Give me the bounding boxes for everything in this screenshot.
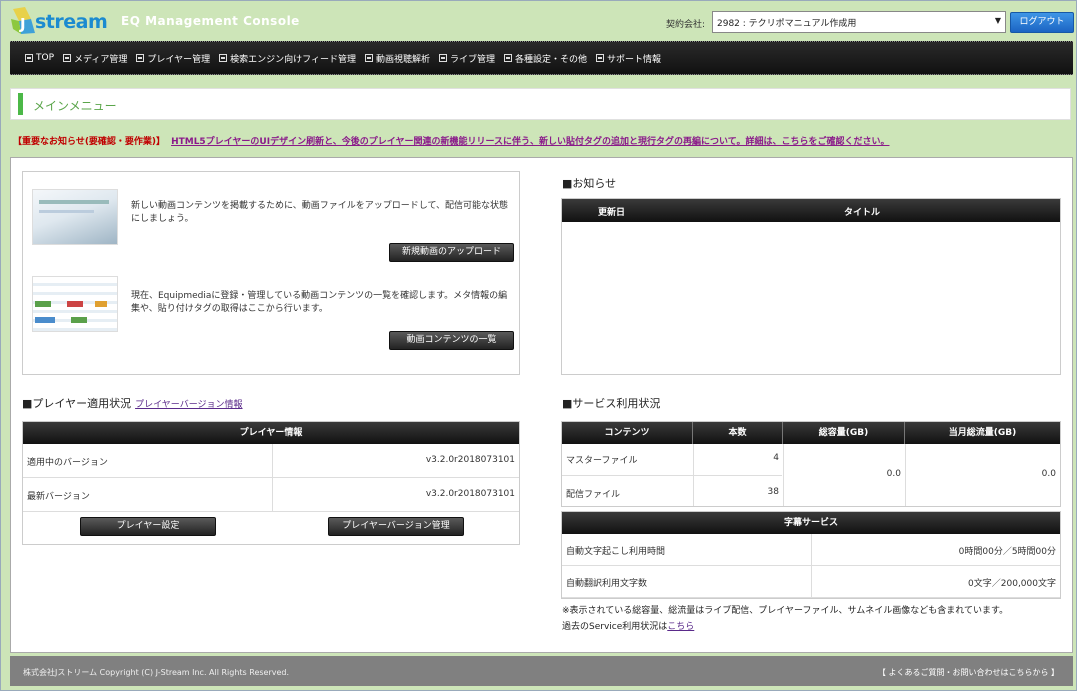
main-nav: TOP メディア管理 プレイヤー管理 検索エンジン向けフィード管理 動画視聴解析… xyxy=(10,41,1073,75)
column-divider xyxy=(272,478,273,512)
row-label: マスターファイル xyxy=(566,456,638,466)
news-table-header: 更新日 タイトル xyxy=(562,199,1060,222)
news-table: 更新日 タイトル xyxy=(561,198,1061,375)
menu-item-icon xyxy=(503,54,512,62)
row-label: 自動翻訳利用文字数 xyxy=(566,579,648,589)
app-window: J stream EQ Management Console 契約会社: 298… xyxy=(0,0,1077,691)
history-note: 過去のService利用状況はこちら xyxy=(562,622,695,632)
monthly-traffic-value: 0.0 xyxy=(1041,469,1056,479)
footer-contact-link[interactable]: 【 よくあるご質問・お問い合わせはこちらから 】 xyxy=(878,667,1059,678)
main-content: 新しい動画コンテンツを掲載するために、動画ファイルをアップロードして、配信可能な… xyxy=(10,157,1073,653)
row-label: 適用中のバージョン xyxy=(27,458,108,468)
footer-copyright: 株式会社Jストリーム Copyright (C) J-Stream Inc. A… xyxy=(23,668,290,677)
jstream-logo[interactable]: J stream xyxy=(11,7,108,37)
page-title-bar: メインメニュー xyxy=(10,88,1071,120)
menu-item-icon xyxy=(438,54,447,62)
table-row: 自動文字起こし利用時間 0時間00分／5時間00分 xyxy=(562,534,1060,566)
menu-item-icon xyxy=(25,54,33,62)
history-link[interactable]: こちら xyxy=(667,622,694,632)
header: J stream EQ Management Console 契約会社: 298… xyxy=(5,5,1074,39)
row-count: 4 xyxy=(773,453,779,463)
row-value: 0文字／200,000文字 xyxy=(968,579,1056,589)
table-row: 適用中のバージョン v3.2.0r2018073101 xyxy=(23,444,519,478)
upload-video-button[interactable]: 新規動画のアップロード xyxy=(389,243,514,262)
news-section-title: ■お知らせ xyxy=(562,177,617,190)
row-value: v3.2.0r2018073101 xyxy=(425,489,515,499)
news-col-title: タイトル xyxy=(844,208,881,218)
content-list-description: 現在、Equipmediaに登録・管理している動画コンテンツの一覧を確認します。… xyxy=(131,291,508,314)
important-notice: 【重要なお知らせ(要確認・要作業)】 HTML5プレイヤーのUIデザイン刷新と、今… xyxy=(13,134,1073,147)
svg-text:J: J xyxy=(19,15,26,33)
subtitle-table-header: 字幕サービス xyxy=(562,512,1060,534)
nav-item-live[interactable]: ライブ管理 xyxy=(438,52,495,65)
nav-item-top[interactable]: TOP xyxy=(25,53,54,63)
row-divider xyxy=(562,475,782,476)
nav-item-support[interactable]: サポート情報 xyxy=(596,52,661,65)
upload-thumbnail xyxy=(32,189,118,245)
row-label: 最新バージョン xyxy=(27,492,90,502)
total-capacity-value: 0.0 xyxy=(886,469,901,479)
quick-actions-panel: 新しい動画コンテンツを掲載するために、動画ファイルをアップロードして、配信可能な… xyxy=(22,171,520,375)
app-title: EQ Management Console xyxy=(121,14,300,28)
menu-item-icon xyxy=(596,54,604,62)
player-version-button[interactable]: プレイヤーバージョン管理 xyxy=(328,517,464,536)
column-divider xyxy=(272,444,273,478)
row-value: v3.2.0r2018073101 xyxy=(425,455,515,465)
nav-item-analytics[interactable]: 動画視聴解析 xyxy=(364,52,430,65)
upload-description: 新しい動画コンテンツを掲載するために、動画ファイルをアップロードして、配信可能な… xyxy=(131,201,509,224)
column-divider xyxy=(811,534,812,566)
contract-label: 契約会社: xyxy=(666,20,706,30)
page-title: メインメニュー xyxy=(33,99,117,113)
subtitle-service-table: 字幕サービス 自動文字起こし利用時間 0時間00分／5時間00分 自動翻訳利用文… xyxy=(561,511,1061,599)
nav-item-settings[interactable]: 各種設定・その他 xyxy=(503,52,587,65)
footer: 株式会社Jストリーム Copyright (C) J-Stream Inc. A… xyxy=(10,656,1073,686)
row-label: 自動文字起こし利用時間 xyxy=(566,547,666,557)
col-header-traffic: 当月総流量(GB) xyxy=(905,422,1060,444)
content-list-thumbnail xyxy=(32,276,118,332)
player-table-header: プレイヤー情報 xyxy=(23,422,519,444)
logo-mark-icon: J xyxy=(11,7,35,34)
service-section-title: ■サービス利用状況 xyxy=(562,397,661,410)
nav-item-media[interactable]: メディア管理 xyxy=(63,52,127,65)
notice-prefix: 【重要なお知らせ(要確認・要作業)】 xyxy=(13,137,166,147)
usage-note: ※表示されている総容量、総流量はライブ配信、プレイヤーファイル、サムネイル画像な… xyxy=(562,606,1009,616)
nav-item-feed[interactable]: 検索エンジン向けフィード管理 xyxy=(219,52,356,65)
content-list-button[interactable]: 動画コンテンツの一覧 xyxy=(389,331,514,350)
news-col-date: 更新日 xyxy=(598,208,626,218)
dropdown-arrow-icon: ▼ xyxy=(994,16,1001,25)
col-header-content: コンテンツ xyxy=(562,422,693,444)
row-count: 38 xyxy=(767,487,779,497)
row-label: 配信ファイル xyxy=(566,490,621,500)
contract-select[interactable]: 2982 : テクリポマニュアル作成用 ▼ xyxy=(712,11,1006,33)
menu-item-icon xyxy=(219,54,228,62)
player-settings-button[interactable]: プレイヤー設定 xyxy=(80,517,216,536)
menu-item-icon xyxy=(136,54,145,62)
logout-button[interactable]: ログアウト xyxy=(1010,12,1074,33)
column-divider xyxy=(811,566,812,598)
player-version-info-link[interactable]: プレイヤーバージョン情報 xyxy=(135,400,242,410)
col-header-count: 本数 xyxy=(693,422,783,444)
col-header-capacity: 総容量(GB) xyxy=(783,422,905,444)
table-row: 自動翻訳利用文字数 0文字／200,000文字 xyxy=(562,566,1060,598)
menu-item-icon xyxy=(63,54,72,62)
player-section-title: ■プレイヤー適用状況 プレイヤーバージョン情報 xyxy=(22,397,243,410)
logo-text: stream xyxy=(35,11,108,33)
notice-link[interactable]: HTML5プレイヤーのUIデザイン刷新と、今後のプレイヤー関連の新機能リリースに… xyxy=(171,137,889,147)
contract-select-value: 2982 : テクリポマニュアル作成用 xyxy=(717,19,857,29)
service-usage-table: コンテンツ 本数 総容量(GB) 当月総流量(GB) マスターファイル 4 配信… xyxy=(561,421,1061,507)
nav-item-player[interactable]: プレイヤー管理 xyxy=(136,52,210,65)
row-value: 0時間00分／5時間00分 xyxy=(958,547,1056,557)
table-row: 最新バージョン v3.2.0r2018073101 xyxy=(23,478,519,512)
title-accent-bar xyxy=(18,93,23,115)
menu-item-icon xyxy=(364,54,373,62)
